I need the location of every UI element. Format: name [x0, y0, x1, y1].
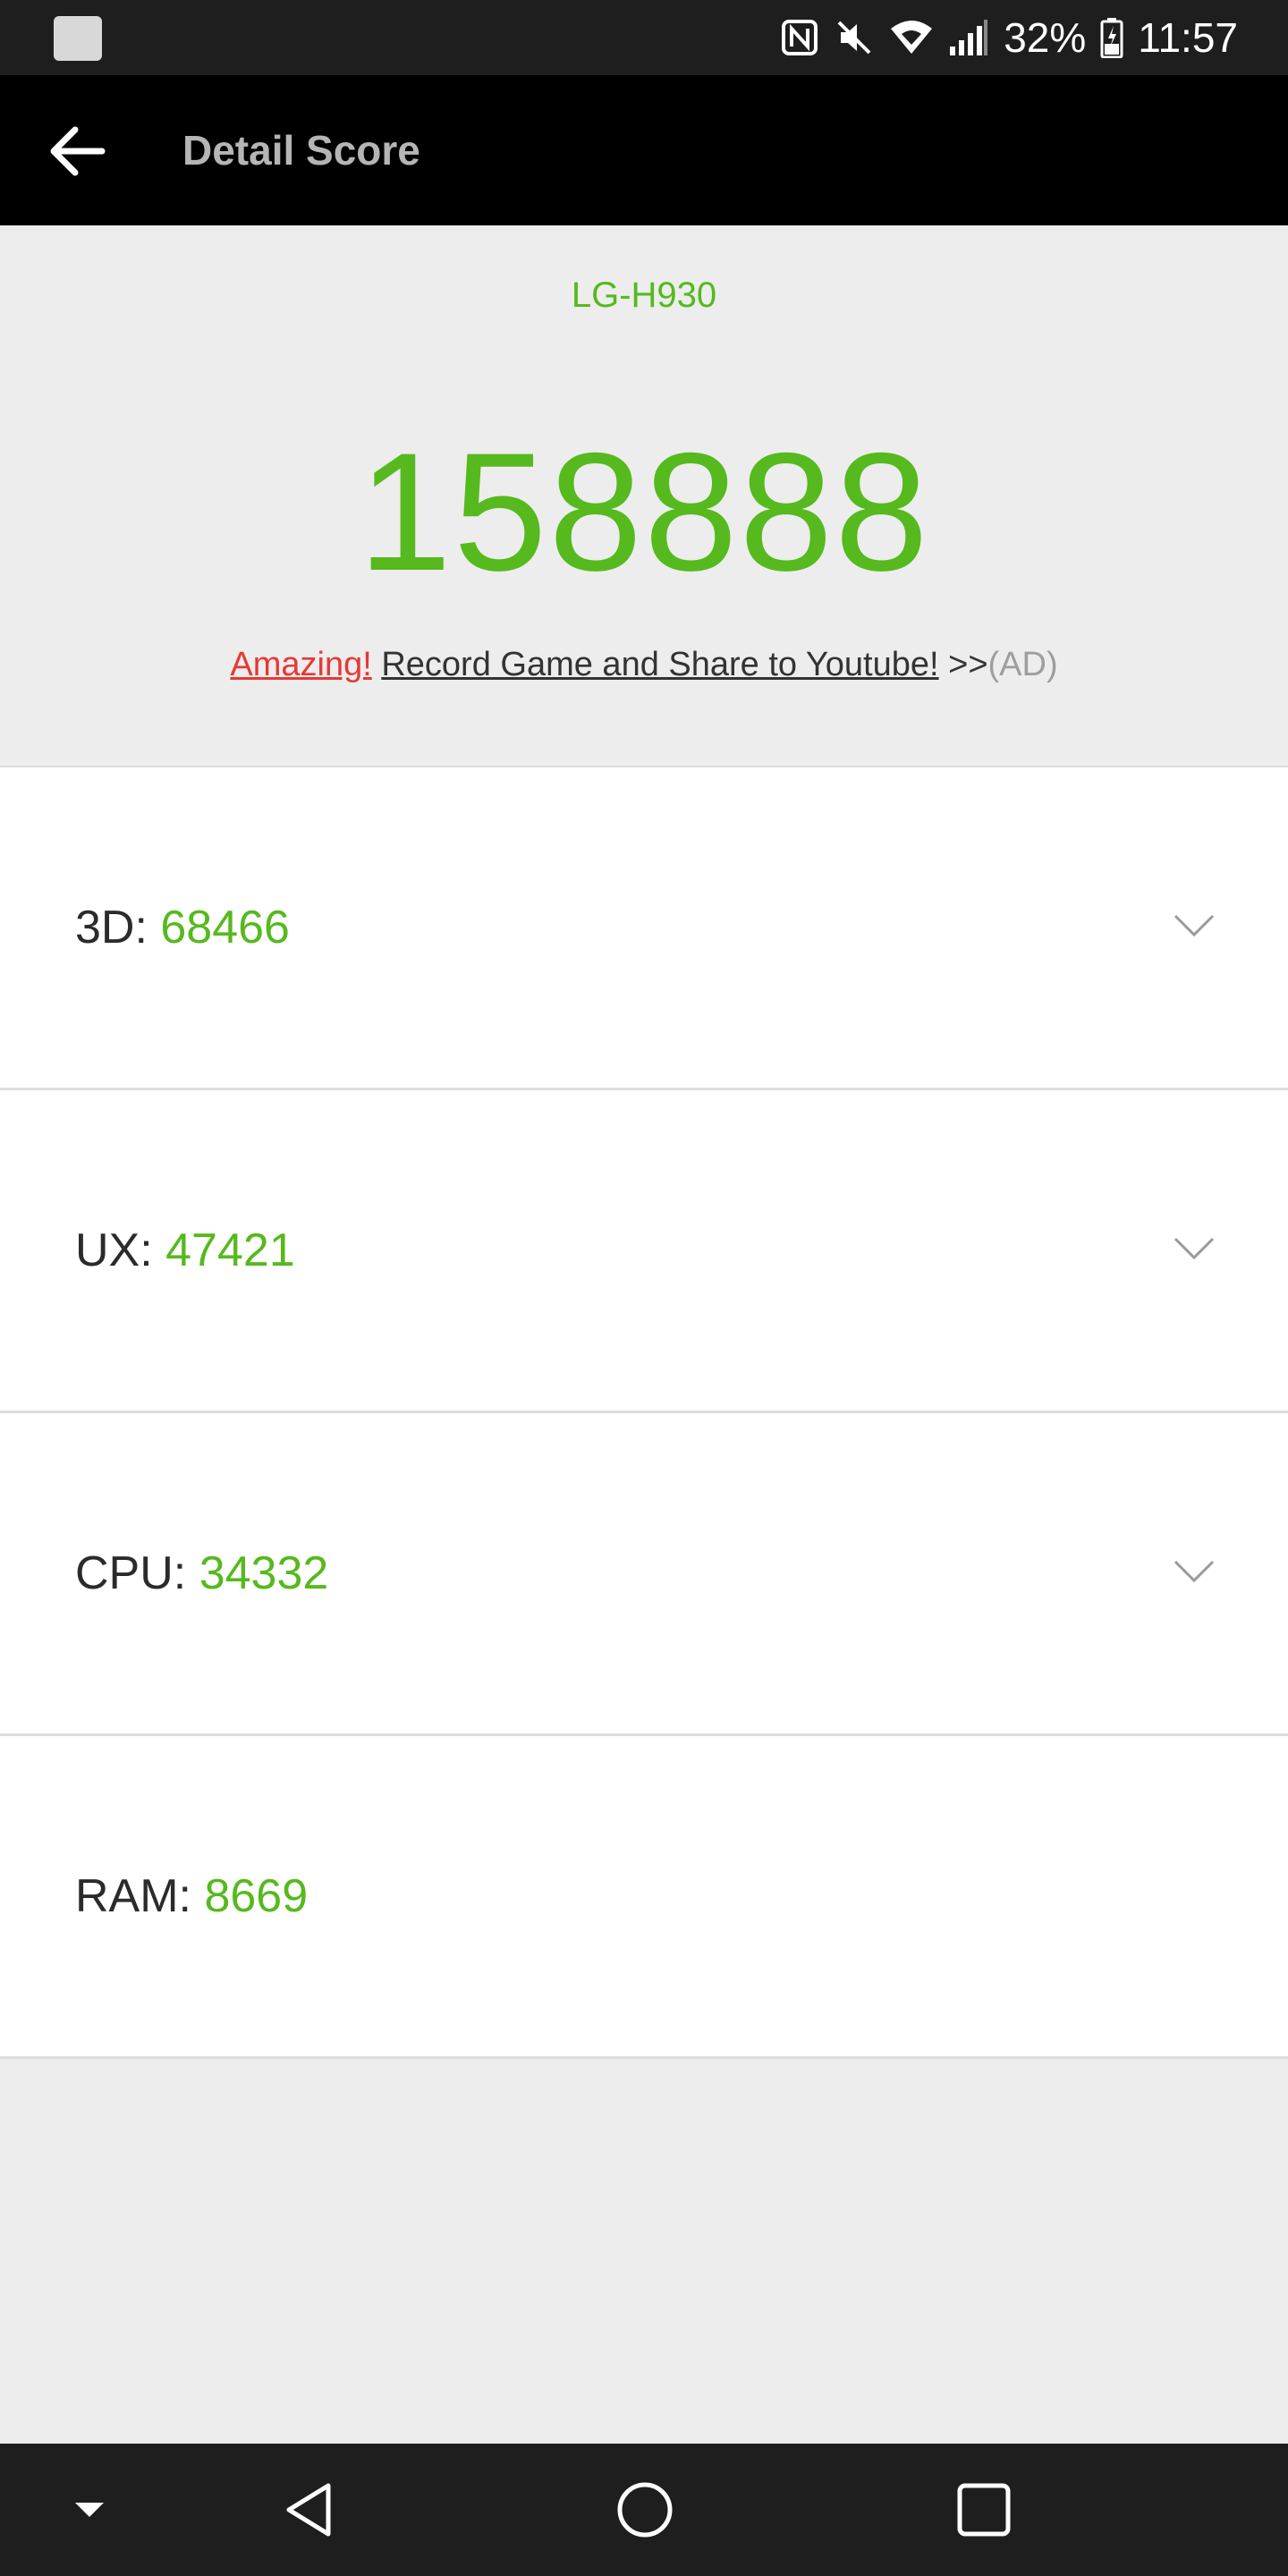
nav-recents-button[interactable] — [921, 2444, 1046, 2576]
home-circle-icon — [617, 2482, 673, 2538]
arrow-left-icon — [50, 126, 106, 176]
total-score: 158888 — [358, 418, 930, 606]
page-title: Detail Score — [182, 127, 420, 174]
device-name: LG-H930 — [571, 275, 717, 315]
recents-square-icon — [957, 2483, 1011, 2537]
hide-keyboard-button[interactable] — [27, 2444, 152, 2576]
wifi-icon — [889, 18, 934, 57]
ad-tag: (AD) — [987, 646, 1058, 683]
score-label-text: 3D: — [75, 902, 148, 953]
score-label-text: RAM: — [75, 1870, 191, 1922]
score-value: 47421 — [165, 1224, 295, 1276]
status-bar: 32% 11:57 — [0, 0, 1288, 75]
ad-amazing-text[interactable]: Amazing! — [230, 646, 371, 683]
score-label: CPU: 34332 — [75, 1413, 328, 1733]
signal-icon — [948, 18, 989, 57]
app-bar: Detail Score — [0, 75, 1288, 225]
score-label: 3D: 68466 — [75, 767, 290, 1088]
score-row-ux[interactable]: UX: 47421 — [0, 1090, 1288, 1413]
mute-icon — [834, 17, 875, 58]
ad-banner[interactable]: Amazing! Record Game and Share to Youtub… — [0, 646, 1288, 684]
score-label: UX: 47421 — [75, 1090, 295, 1411]
score-label-text: CPU: — [75, 1547, 187, 1599]
ad-link[interactable]: Record Game and Share to Youtube! — [381, 646, 938, 683]
score-label-text: UX: — [75, 1224, 153, 1276]
score-summary: LG-H930 158888 Amazing! Record Game and … — [0, 225, 1288, 768]
chevron-down-icon[interactable] — [1172, 1226, 1216, 1271]
battery-icon — [1100, 17, 1123, 58]
hide-keyboard-icon — [75, 2503, 104, 2517]
score-list: 3D: 68466 UX: 47421 CPU: 34332 RAM: 8669 — [0, 767, 1288, 2059]
nav-home-button[interactable] — [582, 2444, 708, 2576]
nav-back-button[interactable] — [247, 2444, 372, 2576]
score-value: 8669 — [204, 1870, 309, 1922]
score-value: 68466 — [160, 902, 290, 953]
score-row-cpu[interactable]: CPU: 34332 — [0, 1413, 1288, 1736]
ad-arrows: >> — [948, 646, 988, 683]
navigation-bar — [0, 2444, 1288, 2576]
score-value: 34332 — [199, 1547, 329, 1599]
notification-square-icon — [54, 16, 102, 61]
nfc-icon — [780, 18, 819, 57]
clock: 11:57 — [1138, 14, 1238, 61]
back-button[interactable] — [32, 111, 122, 191]
back-triangle-icon — [286, 2483, 331, 2537]
status-icons: 32% 11:57 — [780, 0, 1238, 75]
battery-percent: 32% — [1004, 14, 1087, 61]
score-row-3d[interactable]: 3D: 68466 — [0, 767, 1288, 1090]
chevron-down-icon[interactable] — [1172, 903, 1216, 948]
score-label: RAM: 8669 — [75, 1736, 308, 2056]
score-row-ram: RAM: 8669 — [0, 1736, 1288, 2059]
chevron-down-icon[interactable] — [1172, 1549, 1216, 1594]
